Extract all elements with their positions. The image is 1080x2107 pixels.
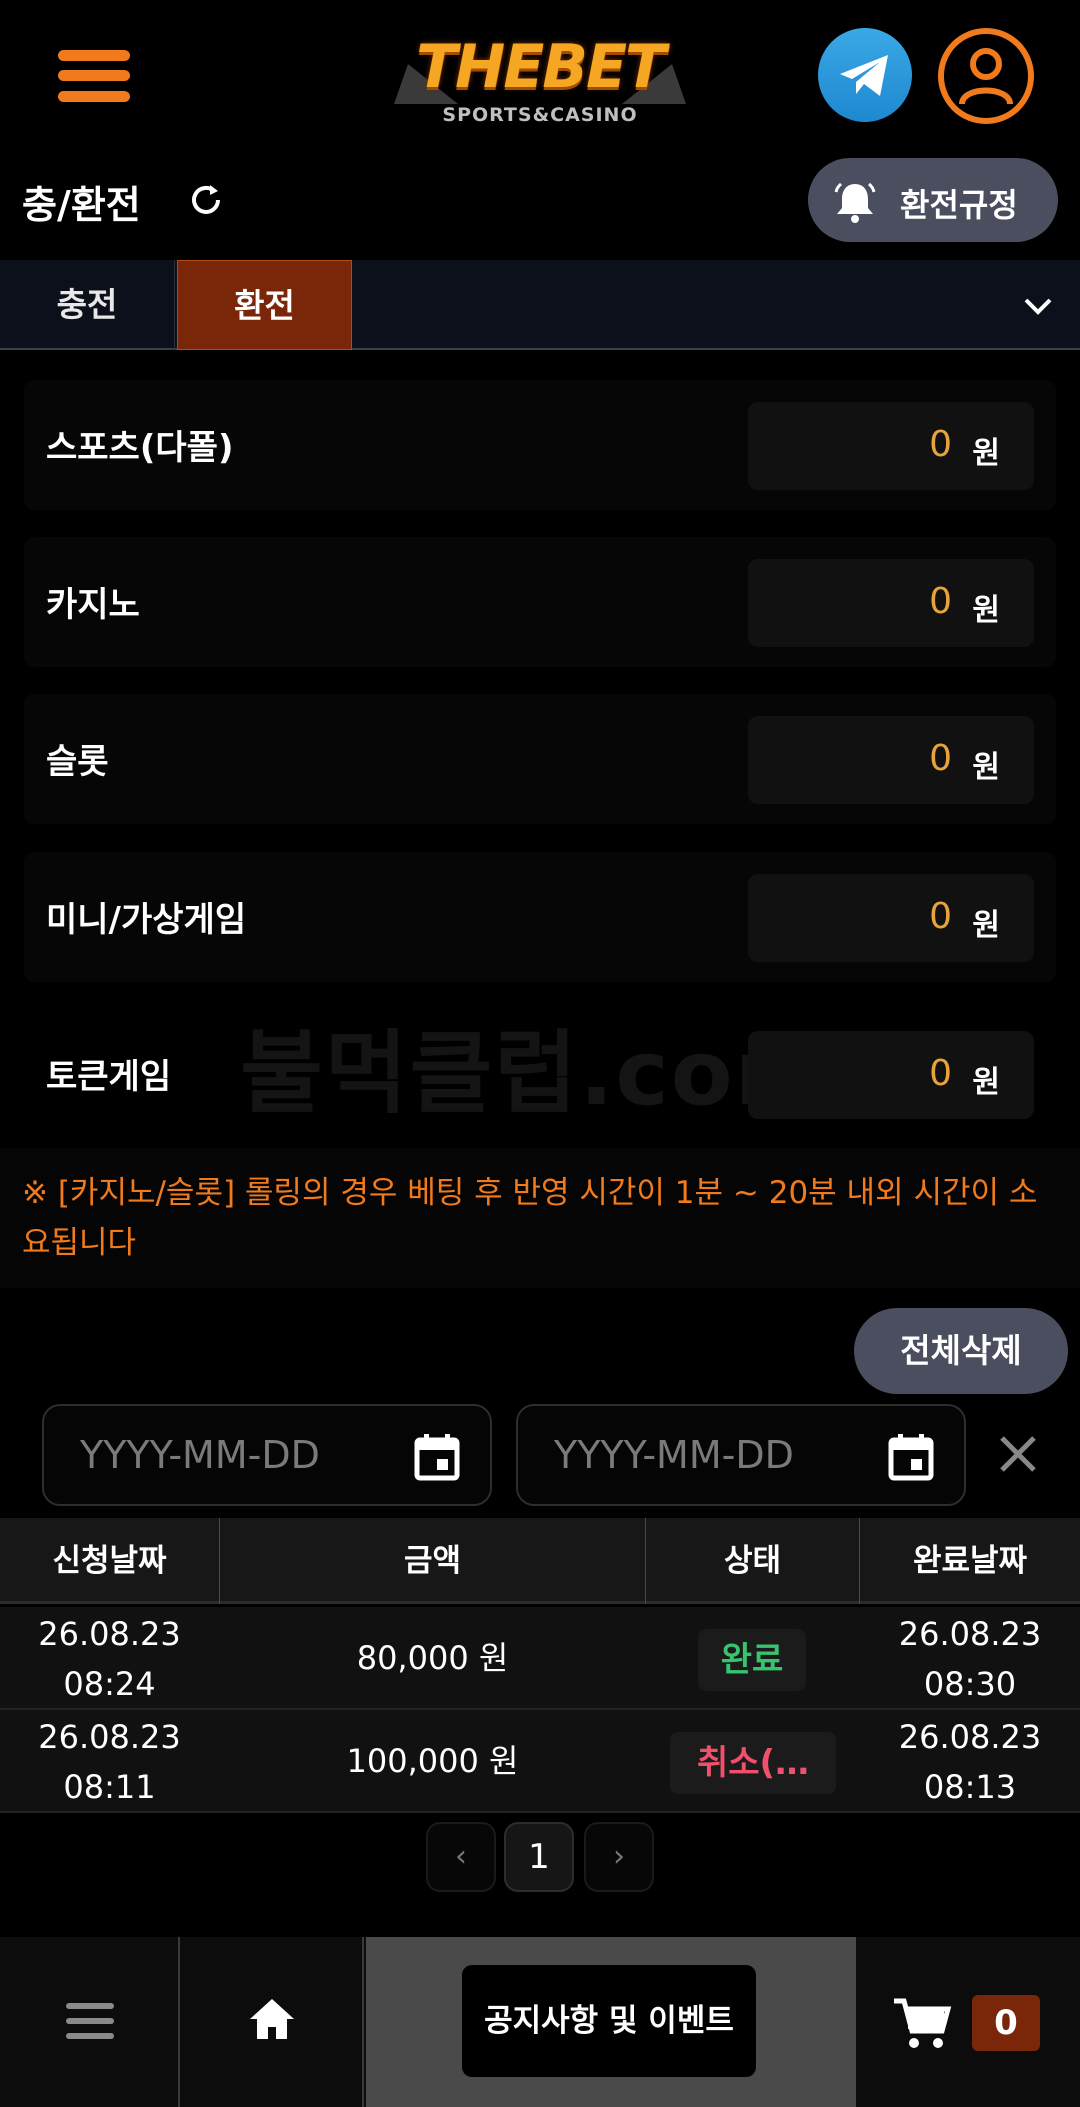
balance-label: 슬롯 bbox=[46, 742, 109, 782]
pagination-prev-button[interactable]: ‹ bbox=[426, 1822, 496, 1892]
balance-row-token: 토큰게임 0 원 bbox=[24, 1009, 1056, 1139]
start-date-field[interactable] bbox=[42, 1404, 492, 1506]
start-date-input[interactable] bbox=[80, 1430, 380, 1480]
amount-cell: 80,000 원 bbox=[356, 1639, 509, 1677]
balance-value: 0 bbox=[929, 1053, 952, 1094]
balance-row-sports: 스포츠(다폴) 0 원 bbox=[24, 380, 1056, 510]
balance-row-slot: 슬롯 0 원 bbox=[24, 694, 1056, 824]
header-amount: 금액 bbox=[403, 1543, 462, 1579]
status-badge: 취소(… bbox=[670, 1732, 836, 1794]
notice-event-wrap: 공지사항 및 이벤트 bbox=[366, 1937, 856, 2107]
balance-label: 토큰게임 bbox=[46, 1057, 172, 1097]
balance-unit: 원 bbox=[972, 908, 1000, 943]
balance-row-casino: 카지노 0 원 bbox=[24, 537, 1056, 667]
complete-datetime: 26.08.23 08:30 bbox=[898, 1615, 1042, 1703]
tab-bar: 충전 환전 bbox=[0, 260, 1080, 350]
logo-subtitle: SPORTS&CASINO bbox=[442, 104, 638, 126]
balance-unit: 원 bbox=[972, 1065, 1000, 1100]
exchange-rules-button[interactable]: 환전규정 bbox=[808, 158, 1058, 242]
cart-button[interactable]: 0 bbox=[856, 1937, 1080, 2107]
rolling-notice-text: ※ [카지노/슬롯] 롤링의 경우 베팅 후 반영 시간이 1분 ~ 20분 내… bbox=[22, 1175, 1038, 1261]
request-datetime: 26.08.23 08:11 bbox=[38, 1718, 181, 1806]
status-cell: 취소(… bbox=[646, 1710, 859, 1813]
refresh-icon[interactable] bbox=[186, 180, 226, 220]
balance-unit: 원 bbox=[972, 436, 1000, 471]
balance-row-mini: 미니/가상게임 0 원 bbox=[24, 852, 1056, 982]
table-row[interactable]: 26.08.23 08:11 100,000 원 취소(… 26.08.23 0… bbox=[0, 1710, 1080, 1813]
balance-unit: 원 bbox=[972, 750, 1000, 785]
home-button[interactable] bbox=[182, 1937, 364, 2107]
status-cell: 완료 bbox=[646, 1607, 859, 1710]
page-title: 충/환전 bbox=[22, 183, 141, 227]
balance-value: 0 bbox=[929, 896, 952, 937]
header-request-date: 신청날짜 bbox=[52, 1543, 167, 1579]
amount-cell: 100,000 원 bbox=[346, 1742, 519, 1780]
rolling-notice: ※ [카지노/슬롯] 롤링의 경우 베팅 후 반영 시간이 1분 ~ 20분 내… bbox=[0, 1148, 1080, 1288]
close-icon[interactable] bbox=[996, 1432, 1040, 1476]
telegram-icon[interactable] bbox=[818, 28, 912, 122]
balance-value: 0 bbox=[929, 581, 952, 622]
cart-count-badge: 0 bbox=[972, 1995, 1040, 2051]
request-datetime: 26.08.23 08:24 bbox=[38, 1615, 181, 1703]
home-icon bbox=[250, 1999, 294, 2039]
header-status: 상태 bbox=[723, 1543, 782, 1579]
logo-wordmark: THEBET bbox=[416, 32, 666, 102]
tab-exchange[interactable]: 환전 bbox=[177, 260, 352, 350]
tab-charge[interactable]: 충전 bbox=[0, 260, 175, 350]
bell-icon bbox=[832, 180, 878, 228]
end-date-input[interactable] bbox=[554, 1430, 854, 1480]
complete-datetime: 26.08.23 08:13 bbox=[898, 1718, 1042, 1806]
calendar-icon[interactable] bbox=[888, 1432, 934, 1482]
balance-value: 0 bbox=[929, 424, 952, 465]
calendar-icon[interactable] bbox=[414, 1432, 460, 1482]
pagination-next-button[interactable]: › bbox=[584, 1822, 654, 1892]
status-badge: 완료 bbox=[698, 1629, 806, 1691]
balance-label: 미니/가상게임 bbox=[46, 900, 247, 940]
cart-icon bbox=[894, 1998, 952, 2048]
title-row: 충/환전 환전규정 bbox=[0, 150, 1080, 260]
balance-label: 스포츠(다폴) bbox=[46, 428, 234, 468]
exchange-rules-label: 환전규정 bbox=[900, 186, 1018, 224]
balance-value-box: 0 원 bbox=[748, 559, 1034, 647]
pagination-page-1[interactable]: 1 bbox=[504, 1822, 574, 1892]
top-header: THEBET SPORTS&CASINO bbox=[0, 0, 1080, 150]
balance-value-box: 0 원 bbox=[748, 874, 1034, 962]
notice-event-button[interactable]: 공지사항 및 이벤트 bbox=[462, 1965, 756, 2077]
balance-value-box: 0 원 bbox=[748, 716, 1034, 804]
balance-unit: 원 bbox=[972, 593, 1000, 628]
table-row[interactable]: 26.08.23 08:24 80,000 원 완료 26.08.23 08:3… bbox=[0, 1607, 1080, 1710]
brand-logo[interactable]: THEBET SPORTS&CASINO bbox=[390, 22, 690, 132]
balance-value: 0 bbox=[929, 738, 952, 779]
hamburger-menu-icon[interactable] bbox=[58, 50, 130, 102]
delete-all-button[interactable]: 전체삭제 bbox=[854, 1308, 1068, 1394]
balance-label: 카지노 bbox=[46, 585, 140, 625]
chevron-down-icon[interactable] bbox=[1018, 286, 1058, 326]
menu-icon bbox=[66, 2003, 114, 2039]
header-complete-date: 완료날짜 bbox=[912, 1543, 1028, 1579]
end-date-field[interactable] bbox=[516, 1404, 966, 1506]
user-icon[interactable] bbox=[938, 28, 1034, 124]
balance-value-box: 0 원 bbox=[748, 402, 1034, 490]
table-header: 신청날짜 금액 상태 완료날짜 bbox=[0, 1518, 1080, 1604]
bottom-menu-button[interactable] bbox=[0, 1937, 180, 2107]
balance-value-box: 0 원 bbox=[748, 1031, 1034, 1119]
bottom-nav: 공지사항 및 이벤트 0 bbox=[0, 1937, 1080, 2107]
